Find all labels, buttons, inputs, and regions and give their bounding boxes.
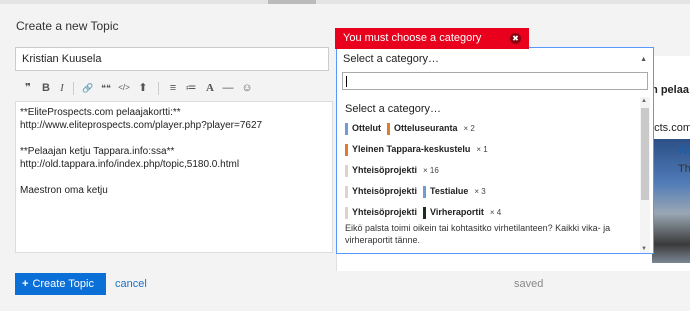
link-icon[interactable]: 🔗 [81, 81, 95, 95]
category-color-swatch [387, 123, 390, 135]
save-status: saved [514, 278, 544, 290]
category-color-swatch [345, 165, 348, 177]
toolbar-divider [158, 82, 159, 95]
editor-line [20, 171, 328, 184]
category-badge: Virheraportit [423, 207, 484, 219]
category-dropdown: Select a category… Ottelut Otteluseuranta… [336, 70, 654, 254]
emoji-icon[interactable]: ☺ [240, 81, 254, 95]
editor-line [20, 132, 328, 145]
speech-bubble-icon[interactable]: ❞ [21, 81, 35, 95]
category-error-message: You must choose a category [343, 32, 482, 44]
category-description: Eikö palsta toimi oikein tai kohtasitko … [345, 223, 611, 245]
preview-fragment: ects.com [648, 122, 690, 134]
category-options-list: Select a category… Ottelut Otteluseuranta… [337, 96, 637, 252]
topic-count: × 16 [423, 166, 439, 175]
top-bar-accent [268, 0, 316, 4]
category-badge-label: Yhteisöprojekti [352, 165, 418, 175]
editor-toolbar: ❞ B I 🔗 ❝❝ </> ⬆ ≡ ≔ A — ☺ [15, 79, 333, 99]
dropdown-scrollbar[interactable]: ▲ ▼ [640, 97, 650, 253]
category-option[interactable]: Yhteisöprojekti Virheraportit × 4 [345, 207, 502, 219]
close-icon[interactable]: ✖ [510, 33, 521, 44]
editor-line: **EliteProspects.com pelaajakortti:** [20, 107, 181, 118]
heading-icon[interactable]: A [203, 81, 217, 95]
category-badge-label: Ottelut [352, 123, 381, 133]
preview-image [652, 139, 690, 263]
topic-count: × 2 [463, 124, 475, 133]
category-select[interactable]: Select a category… ▲ [336, 47, 654, 71]
create-topic-button[interactable]: + Create Topic [15, 273, 106, 295]
text-cursor [346, 76, 347, 87]
category-error-popup: You must choose a category ✖ [335, 28, 529, 49]
composer-title: Create a new Topic [16, 19, 119, 33]
scrollbar-thumb[interactable] [641, 108, 649, 200]
category-badge: Yhteisöprojekti [345, 207, 418, 219]
numbered-list-icon[interactable]: ≡ [166, 81, 180, 95]
category-badge-label: Yhteisöprojekti [352, 207, 418, 217]
category-badge: Yhteisöprojekti [345, 165, 418, 177]
category-color-swatch [345, 123, 348, 135]
editor-line: http://old.tappara.info/index.php/topic,… [20, 159, 240, 170]
category-badge-label: Yhteisöprojekti [352, 186, 418, 196]
editor-line: http://www.eliteprospects.com/player.php… [20, 120, 263, 131]
scroll-up-icon[interactable]: ▲ [641, 98, 647, 104]
category-color-swatch [345, 186, 348, 198]
category-badge-label: Testialue [430, 186, 469, 196]
category-option[interactable]: Yhteisöprojekti Testialue × 3 [345, 186, 486, 198]
bullet-list-icon[interactable]: ≔ [184, 81, 198, 95]
toolbar-divider [73, 82, 74, 95]
quote-icon[interactable]: ❝❝ [99, 81, 113, 95]
topic-count: × 4 [489, 208, 502, 217]
topic-count: × 3 [474, 187, 486, 196]
category-color-swatch [423, 207, 427, 219]
category-badge: Ottelut [345, 123, 381, 135]
category-option-placeholder[interactable]: Select a category… [345, 103, 441, 115]
top-bar [0, 0, 690, 4]
chevron-up-icon: ▲ [640, 56, 647, 63]
horizontal-rule-icon[interactable]: — [221, 81, 235, 95]
preview-fragment: Kr [678, 142, 690, 157]
category-search-input[interactable] [342, 72, 648, 90]
category-select-value: Select a category… [343, 53, 439, 65]
category-badge: Yhteisöprojekti [345, 186, 418, 198]
category-badge-label: Otteluseuranta [394, 123, 458, 133]
code-icon[interactable]: </> [117, 81, 131, 95]
post-editor[interactable]: **EliteProspects.com pelaajakortti:** ht… [15, 101, 333, 253]
category-badge: Testialue [423, 186, 469, 198]
bold-icon[interactable]: B [39, 81, 53, 95]
category-option[interactable]: Ottelut Otteluseuranta × 2 [345, 123, 475, 135]
category-color-swatch [345, 144, 348, 156]
scroll-down-icon[interactable]: ▼ [641, 246, 647, 252]
editor-line: **Pelaajan ketju Tappara.info:ssa** [20, 146, 175, 157]
italic-icon[interactable]: I [55, 81, 69, 95]
topic-title-input[interactable]: Kristian Kuusela [15, 47, 329, 71]
category-option[interactable]: Yhteisöprojekti × 16 [345, 165, 439, 177]
upload-icon[interactable]: ⬆ [136, 81, 150, 95]
create-topic-label: Create Topic [32, 278, 94, 290]
category-color-swatch [345, 207, 348, 219]
cancel-link[interactable]: cancel [115, 278, 147, 290]
category-badge-label: Virheraportit [430, 207, 484, 217]
preview-fragment: m pelaa [648, 84, 689, 96]
editor-line: Maestron oma ketju [20, 185, 108, 196]
category-badge: Yleinen Tappara-keskustelu [345, 144, 471, 156]
topic-count: × 1 [476, 145, 488, 154]
category-badge-label: Yleinen Tappara-keskustelu [352, 144, 471, 154]
preview-fragment: Th [678, 163, 690, 175]
plus-icon: + [22, 278, 29, 290]
category-badge: Otteluseuranta [387, 123, 458, 135]
category-color-swatch [423, 186, 427, 198]
category-option[interactable]: Yleinen Tappara-keskustelu × 1 [345, 144, 488, 156]
